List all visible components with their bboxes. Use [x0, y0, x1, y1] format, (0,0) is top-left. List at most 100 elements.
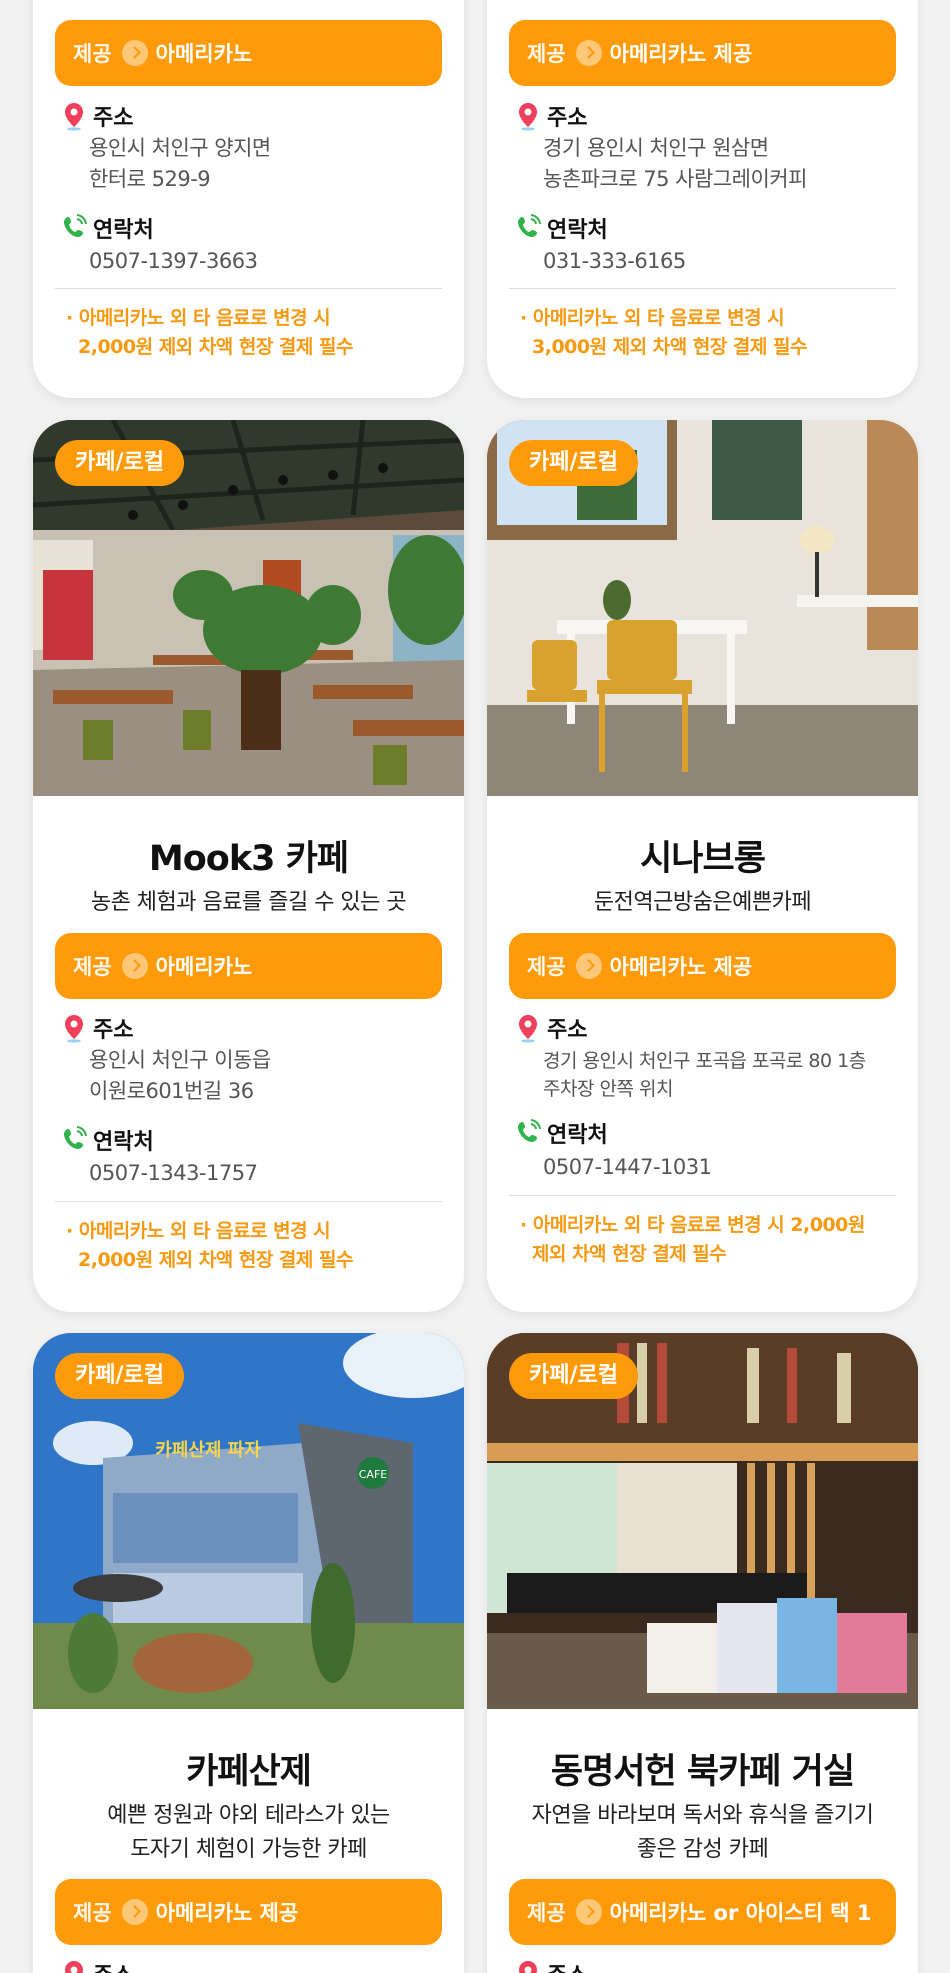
divider: [55, 1201, 442, 1202]
address-label: 주소: [93, 1018, 134, 1043]
subtitle-line: 둔전역근방숨은예쁜카페: [593, 890, 812, 915]
divider: [55, 288, 442, 289]
offer-text: 아메리카노 제공: [609, 955, 753, 979]
address-text: 용인시 처인구 이동읍 이원로601번길 36: [89, 1045, 439, 1107]
offer-bar: 제공 아메리카노: [55, 20, 442, 86]
offer-bar: 제공 아메리카노 제공: [509, 20, 896, 86]
offer-bar: 제공 아메리카노: [55, 933, 442, 999]
map-pin-icon: [519, 103, 537, 131]
address-text: 경기 용인시 처인구 원삼면 농촌파크로 75 사람그레이커피: [543, 133, 893, 195]
contact-heading: 연락처: [515, 1117, 608, 1149]
place-subtitle: 농촌 체험과 음료를 즐길 수 있는 곳: [33, 886, 464, 920]
notice-line: · 아메리카노 외 타 음료로 변경 시: [66, 1220, 331, 1242]
phone-icon: [518, 1119, 541, 1142]
phone-text[interactable]: 031-333-6165: [543, 246, 893, 277]
address-heading: 주소: [61, 1012, 133, 1044]
address-heading: 주소: [61, 100, 133, 132]
address-line: 주차장 안쪽 위치: [543, 1078, 673, 1100]
place-card[interactable]: 제공 아메리카노 제공 주소 경기 용인시 처인구 원삼면 농촌파크로 75 사…: [487, 0, 918, 398]
address-heading: 주소: [61, 1958, 133, 1973]
address-line: 용인시 처인구 이동읍: [89, 1048, 271, 1072]
photo-badge-text: CAFE: [359, 1468, 388, 1481]
offer-bar: 제공 아메리카노 or 아이스티 택 1: [509, 1879, 896, 1945]
address-heading: 주소: [515, 1012, 587, 1044]
divider: [509, 288, 896, 289]
address-label: 주소: [547, 1958, 587, 1973]
price-notice: · 아메리카노 외 타 음료로 변경 시 2,000원 제외 차액 현장 결제 …: [66, 304, 436, 362]
offer-prefix: 제공: [527, 42, 566, 66]
address-text: 경기 용인시 처인구 포곡읍 포곡로 80 1층 주차장 안쪽 위치: [543, 1047, 893, 1103]
notice-line: 2,000원 제외 차액 현장 결제 필수: [78, 336, 353, 358]
place-card[interactable]: 카페/로컬 시나브롱 둔전역근방숨은예쁜카페 제공 아메리카노 제공 주소 경기…: [487, 420, 918, 1312]
place-title: 동명서헌 북카페 거실: [550, 1752, 855, 1792]
address-label: 주소: [547, 106, 588, 131]
chevron-right-icon: [121, 40, 148, 66]
price-notice: · 아메리카노 외 타 음료로 변경 시 2,000원 제외 차액 현장 결제 …: [66, 1217, 436, 1275]
notice-line: 3,000원 제외 차액 현장 결제 필수: [532, 336, 807, 358]
offer-prefix: 제공: [527, 1901, 566, 1925]
address-heading: 주소: [515, 1958, 587, 1973]
contact-label: 연락처: [547, 218, 608, 243]
notice-line: · 아메리카노 외 타 음료로 변경 시: [520, 307, 785, 329]
subtitle-line: 자연을 바라보며 독서와 휴식을 즐기기: [531, 1803, 874, 1828]
contact-label: 연락처: [93, 218, 154, 243]
address-text: 용인시 처인구 양지면 한터로 529-9: [89, 133, 439, 195]
category-badge: 카페/로컬: [55, 440, 184, 486]
phone-icon: [518, 214, 541, 237]
offer-prefix: 제공: [73, 42, 112, 66]
map-pin-icon: [65, 1015, 83, 1043]
divider: [509, 1195, 896, 1196]
address-label: 주소: [93, 1958, 133, 1973]
place-title: Mook3 카페: [148, 839, 349, 879]
address-label: 주소: [93, 106, 134, 131]
place-card[interactable]: CAFE 카페산제 파자 카페/로컬 카페산제 예쁜 정원과 야외 테라스가 있…: [33, 1333, 464, 1973]
place-card[interactable]: 카페/로컬 동명서헌 북카페 거실 자연을 바라보며 독서와 휴식을 즐기기 좋…: [487, 1333, 918, 1973]
subtitle-line: 농촌 체험과 음료를 즐길 수 있는 곳: [90, 890, 407, 915]
map-pin-icon: [65, 103, 83, 131]
offer-prefix: 제공: [527, 955, 566, 979]
offer-text: 아메리카노: [155, 42, 253, 66]
address-line: 한터로 529-9: [89, 167, 211, 191]
contact-heading: 연락처: [515, 212, 608, 244]
address-line: 경기 용인시 처인구 포곡읍 포곡로 80 1층: [543, 1050, 866, 1072]
address-label: 주소: [547, 1018, 588, 1043]
address-line: 용인시 처인구 양지면: [89, 136, 271, 160]
address-line: 이원로601번길 36: [89, 1079, 254, 1103]
offer-bar: 제공 아메리카노 제공: [509, 933, 896, 999]
phone-icon: [64, 1126, 87, 1149]
chevron-right-icon: [121, 953, 148, 979]
offer-bar: 제공 아메리카노 제공: [55, 1879, 442, 1945]
place-subtitle: 예쁜 정원과 야외 테라스가 있는 도자기 체험이 가능한 카페: [33, 1799, 464, 1867]
address-line: 경기 용인시 처인구 원삼면: [543, 136, 769, 160]
chevron-right-icon: [575, 1899, 602, 1925]
notice-line: 2,000원 제외 차액 현장 결제 필수: [78, 1249, 353, 1271]
map-pin-icon: [519, 1015, 537, 1043]
phone-text[interactable]: 0507-1447-1031: [543, 1152, 893, 1183]
phone-text[interactable]: 0507-1343-1757: [89, 1158, 439, 1189]
price-notice: · 아메리카노 외 타 음료로 변경 시 3,000원 제외 차액 현장 결제 …: [520, 304, 890, 362]
chevron-right-icon: [121, 1899, 148, 1925]
offer-text: 아메리카노 제공: [609, 42, 753, 66]
offer-prefix: 제공: [73, 955, 112, 979]
address-heading: 주소: [515, 100, 587, 132]
phone-text[interactable]: 0507-1397-3663: [89, 246, 439, 277]
place-card[interactable]: 제공 아메리카노 주소 용인시 처인구 양지면 한터로 529-9 연락처 05…: [33, 0, 464, 398]
subtitle-line: 도자기 체험이 가능한 카페: [130, 1837, 367, 1862]
contact-heading: 연락처: [61, 1124, 154, 1156]
photo-sign-text: 카페산제 파자: [155, 1440, 261, 1461]
address-line: 농촌파크로 75 사람그레이커피: [543, 167, 807, 191]
price-notice: · 아메리카노 외 타 음료로 변경 시 2,000원 제외 차액 현장 결제 …: [520, 1211, 890, 1269]
offer-text: 아메리카노: [155, 955, 253, 979]
chevron-right-icon: [575, 40, 602, 66]
offer-prefix: 제공: [73, 1901, 112, 1925]
offer-text: 아메리카노 제공: [155, 1901, 299, 1925]
place-subtitle: 둔전역근방숨은예쁜카페: [487, 886, 918, 920]
notice-line: · 아메리카노 외 타 음료로 변경 시 2,000원: [520, 1214, 865, 1236]
subtitle-line: 예쁜 정원과 야외 테라스가 있는: [107, 1803, 390, 1828]
phone-icon: [64, 214, 87, 237]
category-badge: 카페/로컬: [509, 1353, 638, 1399]
contact-label: 연락처: [93, 1130, 154, 1155]
place-card[interactable]: 카페/로컬 Mook3 카페 농촌 체험과 음료를 즐길 수 있는 곳 제공 아…: [33, 420, 464, 1312]
category-badge: 카페/로컬: [509, 440, 638, 486]
contact-heading: 연락처: [61, 212, 154, 244]
